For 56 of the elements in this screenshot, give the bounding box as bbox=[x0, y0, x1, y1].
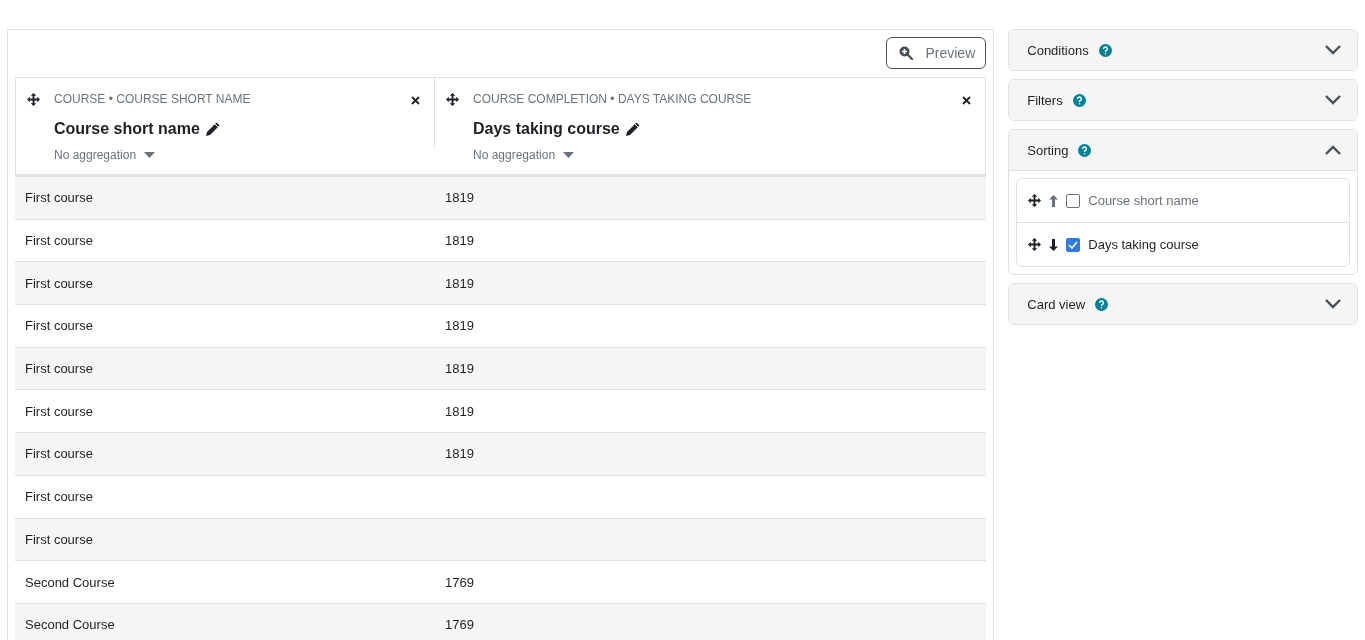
chevron-up-icon[interactable] bbox=[1325, 145, 1341, 155]
table-cell: First course bbox=[25, 233, 93, 249]
table-cell: 1819 bbox=[445, 403, 474, 419]
section-header[interactable]: Filters bbox=[1009, 80, 1357, 120]
table-cell: Second Course bbox=[25, 617, 115, 633]
preview-button[interactable]: Preview bbox=[886, 37, 987, 69]
table-cell: First course bbox=[25, 275, 93, 291]
section-header[interactable]: Card view bbox=[1009, 284, 1357, 324]
table-cell: 1819 bbox=[445, 275, 474, 291]
column-source: COURSE • COURSE SHORT NAME bbox=[54, 92, 252, 106]
chevron-down-icon[interactable] bbox=[1325, 45, 1341, 55]
aggregation-dropdown[interactable]: No aggregation bbox=[473, 148, 556, 162]
move-icon[interactable] bbox=[446, 93, 459, 106]
help-icon[interactable] bbox=[1095, 297, 1109, 311]
arrow-up-icon[interactable] bbox=[1049, 194, 1059, 207]
help-icon[interactable] bbox=[1078, 143, 1092, 157]
column-title: Days taking course bbox=[473, 120, 620, 138]
table-cell: 1819 bbox=[445, 446, 474, 462]
help-icon[interactable] bbox=[1072, 93, 1086, 107]
table-cell: 1769 bbox=[445, 574, 474, 590]
arrow-down-icon[interactable] bbox=[1049, 238, 1059, 251]
caret-icon[interactable] bbox=[144, 151, 156, 159]
table-cell: First course bbox=[25, 403, 93, 419]
chevron-down-icon[interactable] bbox=[1325, 299, 1341, 309]
close-icon[interactable] bbox=[411, 96, 420, 105]
checkbox[interactable] bbox=[1066, 237, 1081, 252]
table-cell: 1819 bbox=[445, 190, 474, 206]
table-cell: First course bbox=[25, 489, 93, 505]
help-icon[interactable] bbox=[1098, 43, 1112, 57]
close-icon[interactable] bbox=[962, 96, 972, 105]
move-icon[interactable] bbox=[1028, 238, 1042, 251]
move-icon[interactable] bbox=[1028, 194, 1042, 207]
column-source: COURSE COMPLETION • DAYS TAKING COURSE bbox=[473, 92, 753, 106]
table-cell: First course bbox=[25, 446, 93, 462]
column-title: Course short name bbox=[54, 120, 200, 138]
section-header[interactable]: Conditions bbox=[1009, 30, 1357, 70]
pencil-icon[interactable] bbox=[624, 121, 641, 137]
chevron-down-icon[interactable] bbox=[1325, 95, 1341, 105]
table-cell: Second Course bbox=[25, 574, 115, 590]
table-cell: 1819 bbox=[445, 233, 474, 249]
table-cell: 1819 bbox=[445, 361, 474, 377]
checkbox[interactable] bbox=[1066, 193, 1081, 208]
table-cell: First course bbox=[25, 318, 93, 334]
table-cell: 1769 bbox=[445, 617, 474, 633]
move-icon[interactable] bbox=[27, 93, 40, 106]
table-cell: First course bbox=[25, 190, 93, 206]
table-cell: First course bbox=[25, 361, 93, 377]
section-header[interactable]: Sorting bbox=[1009, 130, 1357, 171]
pencil-icon[interactable] bbox=[204, 121, 221, 137]
sort-label: Course short name bbox=[1088, 193, 1199, 208]
table-cell: First course bbox=[25, 531, 93, 547]
sort-label: Days taking course bbox=[1088, 237, 1199, 252]
table-cell: 1819 bbox=[445, 318, 474, 334]
zoom-in-icon bbox=[899, 46, 914, 60]
caret-icon[interactable] bbox=[563, 151, 575, 159]
aggregation-dropdown[interactable]: No aggregation bbox=[54, 148, 137, 162]
